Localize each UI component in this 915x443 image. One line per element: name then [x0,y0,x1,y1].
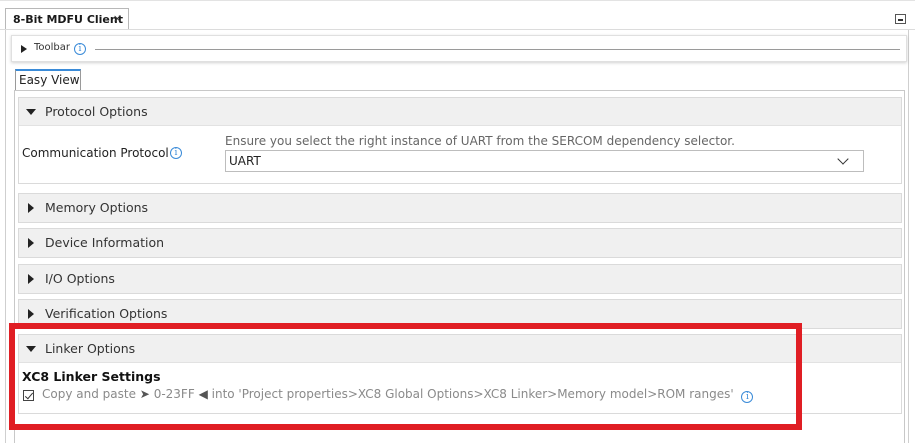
close-icon[interactable]: × [113,12,122,25]
io-options-section: I/O Options [18,264,902,294]
tab-easy-view[interactable]: Easy View [15,69,81,91]
expand-arrow-icon[interactable] [28,238,34,248]
divider [0,29,915,30]
section-title: Device Information [45,235,165,250]
arrow-right-icon: ➤ [139,387,150,401]
section-title: I/O Options [45,271,115,286]
expand-arrow-icon[interactable] [28,274,34,284]
toolbar-label: Toolbar [34,42,71,53]
collapse-arrow-icon[interactable] [26,346,36,352]
section-title: Protocol Options [45,104,148,119]
protocol-hint: Ensure you select the right instance of … [225,134,735,148]
section-title: Memory Options [45,200,149,215]
io-options-header[interactable]: I/O Options [19,265,901,293]
expand-arrow-icon[interactable] [21,45,27,53]
tab-8bit-mdfu-client[interactable]: 8-Bit MDFU Client × [5,8,129,30]
divider [0,0,915,1]
section-title: Linker Options [45,341,136,356]
chevron-down-icon[interactable] [837,153,849,165]
arrow-left-icon: ◀ [198,387,208,401]
memory-options-section: Memory Options [18,193,902,223]
communication-protocol-select[interactable]: UART [225,150,864,172]
minimize-icon[interactable] [895,14,906,24]
linker-instruction: Copy and paste ➤ 0-23FF ◀ into 'Project … [42,387,754,403]
selected-value: UART [229,154,261,168]
collapse-arrow-icon[interactable] [26,109,36,115]
editor-tab-strip: 8-Bit MDFU Client × [0,0,915,30]
instruction-prefix: Copy and paste [42,387,136,401]
expand-arrow-icon[interactable] [28,309,34,319]
divider [95,49,900,50]
xc8-linker-settings-heading: XC8 Linker Settings [22,369,161,384]
memory-options-header[interactable]: Memory Options [19,194,901,222]
divider [5,30,6,443]
device-information-header[interactable]: Device Information [19,229,901,257]
verification-options-section: Verification Options [18,299,902,329]
instruction-suffix: into 'Project properties>XC8 Global Opti… [211,387,734,401]
protocol-options-body: Communication Protocol i Ensure you sele… [19,126,901,183]
divider [908,30,909,443]
toolbar-section[interactable]: Toolbar i [11,35,907,62]
communication-protocol-label: Communication Protocol [22,146,169,160]
info-icon[interactable]: i [170,147,182,159]
linker-options-section: Linker Options XC8 Linker Settings Copy … [18,334,902,414]
verification-options-header[interactable]: Verification Options [19,300,901,328]
protocol-options-section: Protocol Options Communication Protocol … [18,97,902,184]
info-icon[interactable]: i [741,391,754,403]
device-information-section: Device Information [18,228,902,258]
protocol-options-header[interactable]: Protocol Options [19,98,901,126]
linker-options-header[interactable]: Linker Options [19,335,901,363]
expand-arrow-icon[interactable] [28,203,34,213]
tab-title: 8-Bit MDFU Client [13,13,123,26]
info-icon[interactable]: i [74,43,86,55]
checkbox-icon [23,390,34,401]
linker-options-body: XC8 Linker Settings Copy and paste ➤ 0-2… [19,363,901,413]
rom-range-value: 0-23FF [153,387,195,401]
section-title: Verification Options [45,306,168,321]
